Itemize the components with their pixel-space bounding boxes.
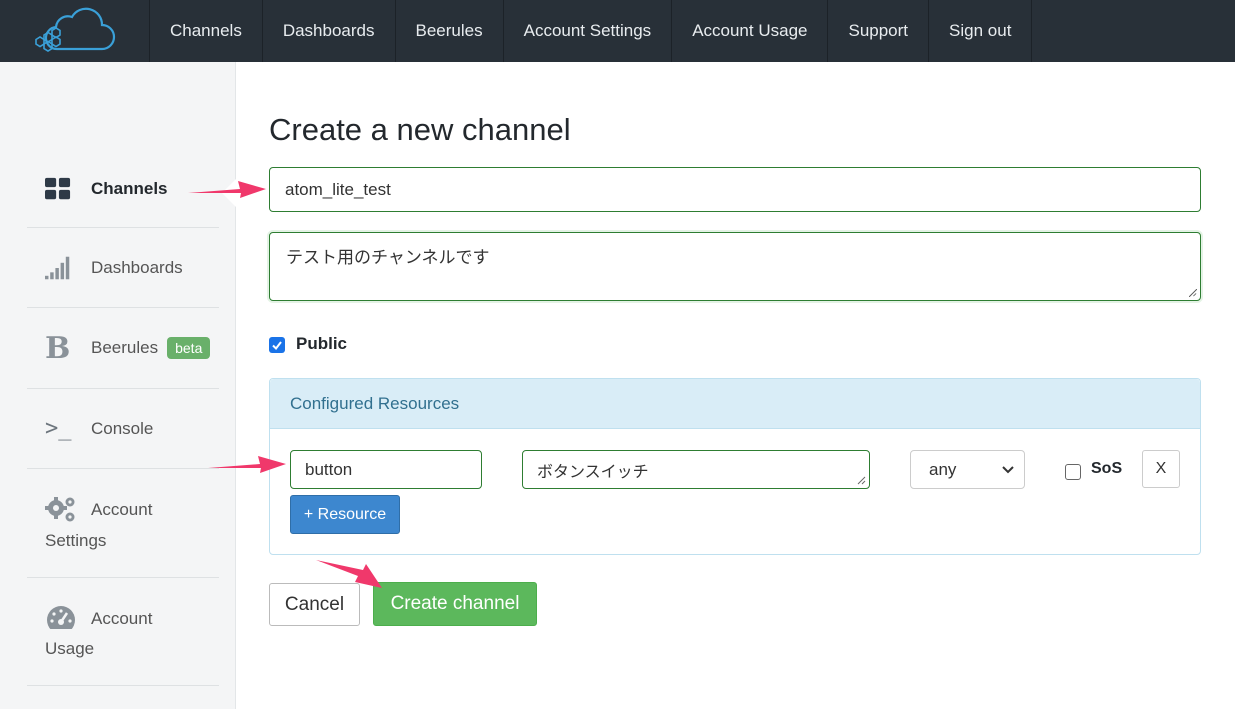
panel-heading: Configured Resources xyxy=(270,379,1200,429)
nav-account-settings[interactable]: Account Settings xyxy=(504,0,673,62)
checkmark-icon xyxy=(272,341,282,351)
nav-sign-out[interactable]: Sign out xyxy=(929,0,1033,62)
cloud-logo-icon xyxy=(34,7,115,52)
terminal-icon: >_ xyxy=(45,416,72,441)
annotation-arrow-icon xyxy=(188,181,266,198)
public-checkbox[interactable] xyxy=(269,337,285,353)
remove-resource-button[interactable]: X xyxy=(1142,450,1180,488)
sidebar-item-label: Dashboards xyxy=(91,257,183,277)
sidebar-item-label: Account xyxy=(91,608,153,628)
gauge-icon xyxy=(45,605,91,633)
chevron-down-icon xyxy=(1002,466,1014,474)
sidebar-item-console[interactable]: >_ Console xyxy=(27,389,219,469)
add-resource-button[interactable]: + Resource xyxy=(290,495,400,534)
channel-name-input[interactable]: atom_lite_test xyxy=(269,167,1201,212)
annotation-arrow-icon xyxy=(208,456,286,473)
sidebar-item-label: Account xyxy=(91,500,153,519)
sidebar-item-account-usage[interactable]: Account Usage xyxy=(27,578,219,686)
public-label: Public xyxy=(296,334,348,353)
sidebar-item-label: Beerules xyxy=(91,338,159,357)
sidebar-item-label-2: Settings xyxy=(45,531,107,550)
signal-bars-icon xyxy=(27,255,71,281)
grid-icon xyxy=(27,177,71,201)
resource-description-value: ボタンスイッチ xyxy=(537,463,649,481)
resource-description-textarea[interactable]: ボタンスイッチ xyxy=(522,450,870,489)
resource-type-value: any xyxy=(929,459,957,479)
channel-description-textarea[interactable]: テスト用のチャンネルです xyxy=(269,232,1201,301)
sos-checkbox[interactable] xyxy=(1065,464,1081,480)
sos-label: SoS xyxy=(1091,460,1123,477)
sidebar-item-label: Channels xyxy=(91,178,168,198)
sidebar-item-label: Console xyxy=(91,418,154,438)
resize-handle-icon[interactable] xyxy=(857,476,866,485)
resource-key-value: button xyxy=(305,459,353,479)
nav-account-usage[interactable]: Account Usage xyxy=(672,0,829,62)
nav-dashboards[interactable]: Dashboards xyxy=(263,0,396,62)
sidebar-item-dashboards[interactable]: Dashboards xyxy=(27,228,219,308)
channel-name-value: atom_lite_test xyxy=(285,179,391,199)
sidebar-item-account-settings[interactable]: Account Settings xyxy=(27,469,219,578)
top-navbar: Channels Dashboards Beerules Account Set… xyxy=(0,0,1235,62)
resource-key-input[interactable]: button xyxy=(290,450,482,489)
sidebar: Channels Dashboards B Beerules beta >_ C… xyxy=(0,62,236,709)
channel-description-value: テスト用のチャンネルです xyxy=(286,248,490,267)
logo[interactable] xyxy=(0,0,150,62)
resource-type-select[interactable]: any xyxy=(910,450,1025,489)
create-channel-button[interactable]: Create channel xyxy=(373,582,537,626)
page-title: Create a new channel xyxy=(269,112,571,147)
gears-icon xyxy=(45,495,91,525)
nav-beerules[interactable]: Beerules xyxy=(396,0,504,62)
sidebar-item-label-2: Usage xyxy=(45,638,95,658)
resize-handle-icon[interactable] xyxy=(1189,289,1197,297)
annotation-arrow-icon xyxy=(316,560,382,588)
sidebar-item-beerules[interactable]: B Beerules beta xyxy=(27,308,219,389)
beta-badge: beta xyxy=(167,337,211,359)
nav-support[interactable]: Support xyxy=(828,0,930,62)
beerules-b-icon: B xyxy=(45,330,71,366)
nav-channels[interactable]: Channels xyxy=(150,0,263,62)
